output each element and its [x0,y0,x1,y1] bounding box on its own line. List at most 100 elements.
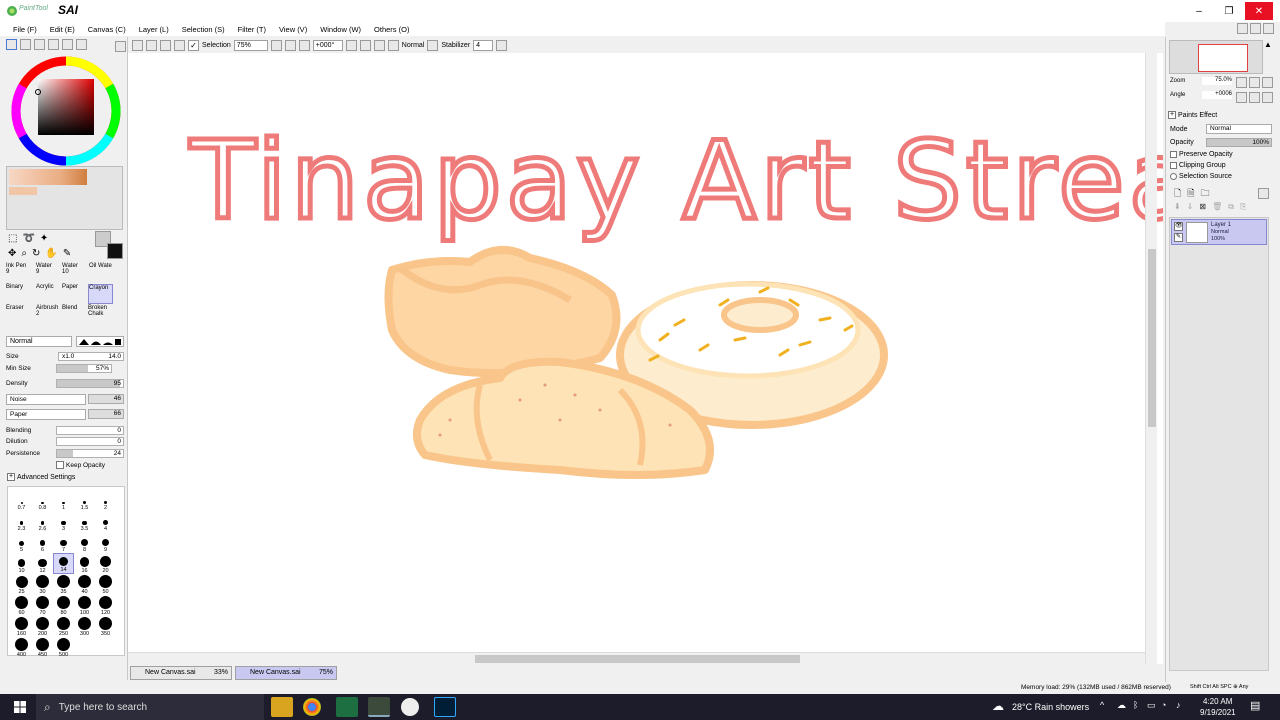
angle-value[interactable]: +0006 [1202,91,1232,99]
flatten-icon[interactable]: ⎘ [1240,202,1246,212]
taskbar-search-box[interactable]: ⌕ Type here to search [36,694,264,720]
deselect-button[interactable] [160,39,171,51]
horizontal-scroll-thumb[interactable] [475,655,800,663]
density-slider[interactable]: Density 95 [6,379,126,389]
onedrive-icon[interactable]: ☁ [1117,700,1126,711]
rotate-left-button[interactable] [345,39,357,51]
layer-brush-icon[interactable]: ✎ [1174,233,1183,242]
zoom-value[interactable]: 75.0% [1202,77,1232,85]
layer-mode-select[interactable]: Normal [1206,124,1272,134]
tool-binary[interactable]: Binary [6,284,31,304]
nav-rotate-right-button[interactable] [1249,92,1260,103]
horizontal-scrollbar[interactable] [128,652,1145,664]
keep-opacity-checkbox[interactable]: Keep Opacity [56,461,105,469]
advanced-settings-toggle[interactable]: + Advanced Settings [7,473,75,481]
brush-size-option[interactable]: 2.6 [32,511,53,532]
mdi-restore-button[interactable] [1250,23,1261,34]
brush-size-option[interactable]: 25 [11,574,32,595]
layer-visibility-icon[interactable]: 👁 [1174,222,1183,231]
brush-size-option[interactable]: 12 [32,553,53,574]
menu-filter[interactable]: Filter (T) [238,25,266,34]
brush-size-option[interactable]: 70 [32,595,53,616]
menu-view[interactable]: View (V) [279,25,307,34]
eyedropper-icon[interactable]: ✎ [63,248,71,259]
brush-size-option[interactable]: 0.8 [32,490,53,511]
brush-size-option[interactable]: 400 [11,637,32,658]
swatches-tab[interactable] [62,39,73,50]
redo-button[interactable] [146,39,157,51]
nav-zoom-in-button[interactable] [1249,77,1260,88]
rotate-icon[interactable]: ↻ [32,248,40,259]
tool-crayon[interactable]: Crayon [88,284,113,304]
minimize-button[interactable]: – [1185,2,1213,20]
color-mixer-tab[interactable] [48,39,59,50]
delete-layer-icon[interactable]: 🗑 [1212,202,1222,212]
lasso-icon[interactable]: ➰ [22,233,34,244]
color-wheel[interactable] [10,55,122,167]
hsv-slider-tab[interactable] [34,39,45,50]
clock-date[interactable]: 9/19/2021 [1200,708,1236,717]
brush-size-option[interactable]: 8 [74,532,95,553]
merge-down-icon[interactable]: ⇓ [1187,202,1194,212]
brush-size-option[interactable]: 250 [53,616,74,637]
menu-layer[interactable]: Layer (L) [139,25,169,34]
flip-button[interactable] [387,39,399,51]
clock-time[interactable]: 4:20 AM [1203,697,1232,706]
nav-rotate-left-button[interactable] [1236,92,1247,103]
blending-slider[interactable]: Blending 0 [6,426,126,436]
zoom-icon[interactable]: ⌕ [21,248,27,259]
tray-chevron-icon[interactable]: ^ [1100,700,1104,710]
display-mode-button[interactable] [427,39,439,51]
photoshop-icon[interactable] [434,697,456,717]
mdi-close-button[interactable] [1263,23,1274,34]
brush-size-option[interactable]: 3 [53,511,74,532]
brush-size-option[interactable]: 200 [32,616,53,637]
mdi-minimize-button[interactable] [1237,23,1248,34]
new-folder-icon[interactable]: 🗀 [1201,186,1210,202]
menu-canvas[interactable]: Canvas (C) [88,25,126,34]
brush-size-option[interactable]: 7 [53,532,74,553]
tool-ink-pen[interactable]: Ink Pen 9 [6,263,31,283]
zoom-out-button[interactable] [270,39,282,51]
brush-size-option[interactable]: 80 [53,595,74,616]
panel-menu-button[interactable] [115,41,126,52]
close-button[interactable]: ✕ [1245,2,1273,20]
tool-paper[interactable]: Paper [62,284,87,304]
tool-blend[interactable]: Blend [62,305,87,325]
tool-eraser[interactable]: Eraser [6,305,31,325]
min-size-slider[interactable]: Min Size 57% [6,364,126,374]
canvas-tab-1[interactable]: New Canvas.sai 33% [130,666,232,680]
tool-water-2[interactable]: Water 10 [62,263,87,283]
brush-size-option[interactable]: 10 [11,553,32,574]
size-slider[interactable]: Size x1.0 14.0 [6,352,126,362]
layer-row-1[interactable]: 👁 ✎ Layer 1 Normal 100% [1171,219,1267,245]
tool-water-1[interactable]: Water 9 [36,263,61,283]
drawing-canvas[interactable]: Tinapay Art Stream [128,53,1280,664]
network-icon[interactable]: ◔ [1161,700,1166,710]
brush-size-option[interactable]: 3.5 [74,511,95,532]
selection-source-checkbox[interactable]: Selection Source [1170,173,1232,180]
vertical-scroll-thumb[interactable] [1148,249,1156,427]
stabilizer-dropdown-button[interactable] [496,39,508,51]
menu-window[interactable]: Window (W) [320,25,361,34]
navigator-preview[interactable] [1169,40,1263,74]
nav-zoom-out-button[interactable] [1236,77,1247,88]
chrome-icon[interactable] [303,698,321,716]
menu-selection[interactable]: Selection (S) [182,25,225,34]
brush-size-option[interactable]: 5 [11,532,32,553]
texture-strength-2[interactable]: 66 [88,409,124,419]
brush-size-option[interactable]: 4 [95,511,116,532]
brush-size-option[interactable]: 350 [95,616,116,637]
menu-edit[interactable]: Edit (E) [50,25,75,34]
navigator-scroll-icon[interactable]: ▲ [1264,40,1272,49]
zoom-field[interactable]: 75% [233,39,268,51]
brush-size-option[interactable]: 9 [95,532,116,553]
move-icon[interactable]: ✥ [8,248,16,259]
tool-broken-chalk[interactable]: Broken Chalk [88,305,113,325]
hand-icon[interactable]: ✋ [45,248,57,259]
primary-color-swatch[interactable] [107,243,123,259]
brush-size-option[interactable]: 1 [53,490,74,511]
preserve-opacity-checkbox[interactable]: Preserve Opacity [1170,151,1233,158]
brush-size-option[interactable]: 2 [95,490,116,511]
merge-visible-icon[interactable]: ⧉ [1228,202,1234,212]
